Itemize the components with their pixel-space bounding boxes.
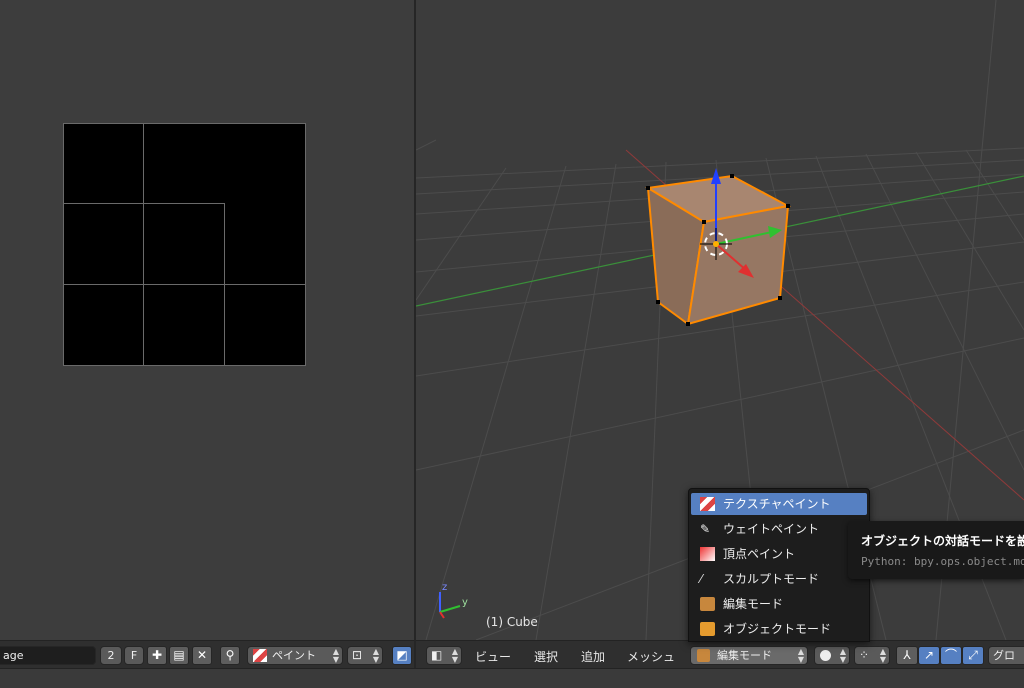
sculpt-icon: ⁄ bbox=[700, 572, 703, 586]
image-name-field[interactable]: age bbox=[0, 646, 96, 665]
users-count[interactable]: 2 bbox=[100, 646, 122, 665]
uv-border bbox=[63, 123, 306, 366]
pivot-select[interactable]: ⊡ ▲ ▼ bbox=[347, 646, 383, 665]
cube-mesh bbox=[645, 174, 791, 326]
close-icon[interactable]: ✕ bbox=[192, 646, 212, 665]
rotate-icon[interactable]: ⌒ bbox=[940, 646, 962, 665]
pivot-point-icon: ⁘ bbox=[859, 648, 870, 662]
mode-dropdown-menu[interactable]: テクスチャペイント ✎ ウェイトペイント 頂点ペイント ⁄ スカルプトモード 編… bbox=[688, 488, 870, 642]
mode-select[interactable]: 編集モード ▲ ▼ bbox=[690, 646, 808, 665]
edit-mode-icon bbox=[697, 649, 710, 662]
updown-icon: ▲ ▼ bbox=[879, 647, 886, 664]
updown-icon: ▲ ▼ bbox=[451, 647, 458, 664]
menu-item-vertex-paint[interactable]: 頂点ペイント bbox=[691, 543, 867, 565]
new-image-icon[interactable]: ✚ bbox=[147, 646, 167, 665]
3d-view-header: ◧ ▲ ▼ ビュー 選択 追加 メッシュ 編集モード ▲ ▼ ▲ ▼ ⁘ ▲ ▼ ⅄ ↗… bbox=[416, 640, 1024, 669]
menu-item-weight-paint[interactable]: ✎ ウェイトペイント bbox=[691, 518, 867, 540]
paint-mode-select[interactable]: ペイント ▲ ▼ bbox=[247, 646, 343, 665]
menu-item-object-mode[interactable]: オブジェクトモード bbox=[691, 618, 867, 640]
axis-z-label: z bbox=[442, 582, 448, 593]
updown-icon: ▲ ▼ bbox=[372, 647, 379, 664]
paint-mode-label: ペイント bbox=[272, 649, 316, 662]
texture-paint-icon[interactable]: ◩ bbox=[392, 646, 412, 665]
shading-select[interactable]: ▲ ▼ bbox=[814, 646, 850, 665]
texture-paint-icon bbox=[700, 497, 715, 511]
menu-item-label: スカルプトモード bbox=[723, 572, 820, 586]
editor-type-select[interactable]: ◧ ▲ ▼ bbox=[426, 646, 462, 665]
manipulator-toggle-icon[interactable]: ⅄ bbox=[896, 646, 918, 665]
uv-image-canvas[interactable] bbox=[63, 123, 306, 366]
weight-paint-icon: ✎ bbox=[700, 522, 711, 536]
updown-icon: ▲ ▼ bbox=[797, 647, 804, 664]
object-info-label: (1) Cube bbox=[486, 615, 538, 629]
menu-item-label: テクスチャペイント bbox=[723, 497, 831, 511]
edit-mode-icon bbox=[700, 597, 715, 611]
axis-widget bbox=[439, 592, 461, 619]
pivot-icon: ⊡ bbox=[352, 648, 363, 662]
vertex-paint-icon bbox=[700, 547, 715, 561]
axis-y-label: y bbox=[462, 597, 468, 608]
pin-icon[interactable]: ⚲ bbox=[220, 646, 240, 665]
fake-user-toggle[interactable]: F bbox=[124, 646, 144, 665]
menu-item-label: 頂点ペイント bbox=[723, 547, 796, 561]
mode-select-label: 編集モード bbox=[717, 649, 772, 662]
menu-mesh[interactable]: メッシュ bbox=[627, 648, 675, 665]
tooltip-python: Python: bpy.ops.object.mo bbox=[861, 555, 1024, 568]
menu-add[interactable]: 追加 bbox=[581, 648, 605, 665]
menu-item-texture-paint[interactable]: テクスチャペイント bbox=[691, 493, 867, 515]
bottom-area bbox=[0, 668, 1024, 688]
uv-image-editor[interactable] bbox=[0, 0, 414, 640]
updown-icon: ▲ ▼ bbox=[839, 647, 846, 664]
menu-item-edit-mode[interactable]: 編集モード bbox=[691, 593, 867, 615]
menu-item-label: オブジェクトモード bbox=[723, 622, 832, 636]
menu-item-label: ウェイトペイント bbox=[723, 522, 820, 536]
menu-item-label: 編集モード bbox=[723, 597, 784, 611]
object-mode-icon bbox=[700, 622, 715, 636]
menu-view[interactable]: ビュー bbox=[475, 648, 511, 665]
cube-icon: ◧ bbox=[431, 648, 443, 662]
solid-shading-icon bbox=[820, 650, 831, 661]
scale-icon[interactable]: ⤢ bbox=[962, 646, 984, 665]
tooltip-title: オブジェクトの対話モードを設 bbox=[861, 534, 1024, 548]
translate-icon[interactable]: ↗ bbox=[918, 646, 940, 665]
open-folder-icon[interactable]: ▤ bbox=[169, 646, 189, 665]
pivot-point-select[interactable]: ⁘ ▲ ▼ bbox=[854, 646, 890, 665]
menu-select[interactable]: 選択 bbox=[534, 648, 558, 665]
tooltip: オブジェクトの対話モードを設 Python: bpy.ops.object.mo bbox=[848, 521, 1024, 579]
orientation-select[interactable]: グロ bbox=[988, 646, 1024, 665]
image-editor-header: age 2 F ✚ ▤ ✕ ⚲ ペイント ▲ ▼ ⊡ ▲ ▼ ◩ bbox=[0, 640, 414, 669]
menu-item-sculpt[interactable]: ⁄ スカルプトモード bbox=[691, 568, 867, 590]
brush-icon bbox=[253, 649, 267, 662]
updown-icon: ▲ ▼ bbox=[332, 647, 339, 664]
